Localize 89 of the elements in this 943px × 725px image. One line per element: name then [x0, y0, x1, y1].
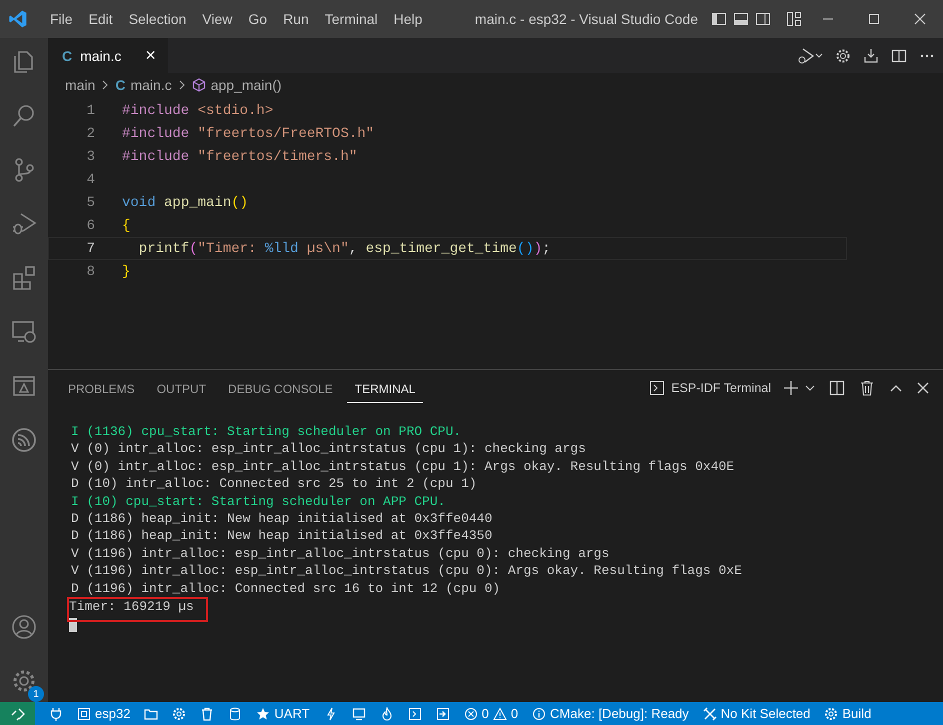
code-line: #include <stdio.h> — [122, 102, 274, 118]
terminal-line: V (1196) intr_alloc: esp_intr_alloc_intrstatus (cpu 0): Args okay. Resulting flags 0xE — [70, 562, 743, 580]
line-number: 3 — [86, 148, 96, 164]
info-icon — [532, 706, 546, 720]
monitor-icon[interactable] — [352, 706, 366, 720]
port-selector[interactable]: UART — [256, 706, 310, 721]
terminal-line: I (1136) cpu_start: Starting scheduler on PRO CPU. — [70, 423, 462, 441]
error-icon — [464, 706, 478, 720]
terminal-name[interactable]: ESP-IDF Terminal — [671, 381, 771, 395]
terminal-line: I (10) cpu_start: Starting scheduler on APP CPU. — [70, 492, 446, 511]
add-icon[interactable] — [783, 380, 799, 396]
arrow-box-icon[interactable] — [436, 706, 450, 720]
vscode-logo-icon — [8, 9, 28, 29]
account-icon[interactable] — [10, 613, 38, 641]
code-line: #include "freertos/FreeRTOS.h" — [122, 126, 374, 142]
sidebar-toggle-icon[interactable] — [711, 11, 727, 27]
chip-icon — [77, 706, 91, 720]
star-icon — [256, 706, 270, 720]
panel-tab[interactable]: OUTPUT — [148, 374, 214, 402]
terminal-line: V (0) intr_alloc: esp_intr_alloc_intrstatus (cpu 1): checking args — [70, 440, 587, 458]
build-button[interactable]: Build — [824, 706, 872, 721]
menu-item[interactable]: Edit — [80, 11, 121, 27]
code-line: printf("Timer: %lld µs\n", esp_timer_get_time()); — [138, 240, 551, 256]
menu-item[interactable]: View — [194, 11, 240, 27]
line-number: 6 — [86, 218, 96, 234]
terminal-icon[interactable] — [408, 706, 422, 720]
breadcrumb-item[interactable]: main.c — [130, 77, 172, 93]
signal-logo-icon[interactable] — [10, 426, 38, 454]
breadcrumb-item[interactable]: app_main() — [210, 77, 282, 93]
settings-icon[interactable] — [835, 48, 851, 64]
panel-toggle-icon[interactable] — [733, 11, 749, 27]
line-number: 7 — [86, 240, 96, 256]
cube-icon — [192, 78, 206, 92]
kit-selector[interactable]: No Kit Selected — [702, 706, 810, 721]
extensions-icon[interactable] — [10, 264, 38, 292]
menu-item[interactable]: Help — [386, 11, 430, 27]
c-file-icon: C — [115, 77, 126, 93]
terminal-line: D (10) intr_alloc: Connected src 25 to int 2 (cpu 1) — [70, 475, 478, 494]
folder-icon[interactable] — [144, 706, 158, 720]
menu-item[interactable]: Terminal — [316, 11, 386, 27]
chevron-right-icon — [176, 80, 187, 90]
database-icon[interactable] — [228, 706, 242, 720]
breadcrumb-item[interactable]: main — [65, 77, 96, 93]
terminal-line: D (1186) heap_init: New heap initialised at 0x3ffe0440 — [70, 510, 494, 528]
editor-tab[interactable]: C main.c × — [48, 38, 168, 73]
run-debug-icon[interactable] — [797, 46, 823, 64]
menu-item[interactable]: Go — [240, 11, 276, 27]
window-title: main.c - esp32 - Visual Studio Code — [474, 11, 698, 27]
download-icon[interactable] — [863, 48, 879, 64]
warning-icon — [492, 706, 507, 720]
split-terminal-icon[interactable] — [829, 380, 845, 396]
close-icon[interactable] — [914, 13, 926, 25]
line-number: 8 — [86, 264, 96, 280]
close-icon[interactable] — [917, 382, 929, 394]
chevron-down-icon[interactable] — [805, 383, 815, 393]
layout-icon[interactable] — [786, 11, 802, 27]
terminal-line: V (1196) intr_alloc: esp_intr_alloc_intrstatus (cpu 0): checking args — [70, 544, 610, 563]
chevron-right-icon — [100, 80, 110, 90]
remote-icon[interactable] — [10, 706, 24, 720]
gear-icon — [824, 706, 838, 720]
menu-item[interactable]: Run — [275, 11, 317, 27]
menu-item[interactable]: Selection — [120, 11, 194, 27]
split-editor-icon[interactable] — [891, 48, 907, 64]
menu-item[interactable]: File — [42, 11, 81, 27]
secondary-sidebar-icon[interactable] — [755, 11, 771, 27]
panel-tab[interactable]: PROBLEMS — [60, 374, 143, 402]
cmake-status[interactable]: CMake: [Debug]: Ready — [532, 706, 689, 721]
code-line: void app_main() — [122, 194, 248, 210]
plug-icon[interactable] — [49, 706, 63, 720]
terminal-line: D (1186) heap_init: New heap initialised at 0x3ffe4350 — [70, 527, 494, 546]
target-selector[interactable]: esp32 — [77, 706, 130, 721]
trash-icon[interactable] — [859, 380, 875, 396]
terminal-line: D (1196) intr_alloc: Connected src 16 to int 12 (cpu 0) — [70, 580, 502, 598]
line-number: 5 — [86, 194, 96, 210]
problems-indicator[interactable]: 0 0 — [464, 706, 518, 721]
tools-icon — [702, 706, 717, 720]
code-line: } — [122, 264, 130, 280]
line-number: 2 — [86, 126, 96, 142]
terminal-line: V (0) intr_alloc: esp_intr_alloc_intrstatus (cpu 1): Args okay. Resulting flags 0x40E — [70, 458, 736, 476]
line-number: 1 — [86, 102, 96, 118]
panel-tab[interactable]: TERMINAL — [346, 374, 424, 402]
flame-icon[interactable] — [380, 706, 394, 720]
terminal-icon — [649, 380, 666, 396]
maximize-icon[interactable] — [868, 13, 880, 25]
code-line: #include "freertos/timers.h" — [122, 148, 358, 164]
line-number: 4 — [86, 172, 96, 188]
panel-tab[interactable]: DEBUG CONSOLE — [220, 374, 341, 402]
notification-badge: 1 — [28, 686, 44, 702]
code-line: { — [122, 218, 130, 234]
